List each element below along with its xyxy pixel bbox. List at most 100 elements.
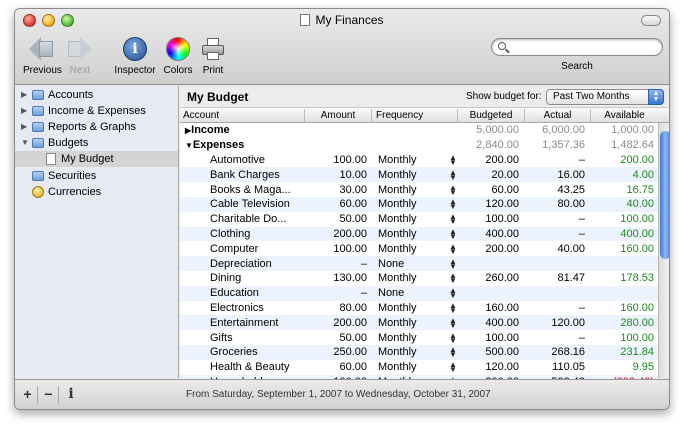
row-stepper[interactable]: ▲ ▼ <box>448 241 458 256</box>
row-frequency[interactable]: Monthly <box>372 182 448 197</box>
row-stepper[interactable]: ▲ ▼ <box>448 153 458 168</box>
row-stepper[interactable]: ▲ ▼ <box>448 360 458 375</box>
column-header-budgeted[interactable]: Budgeted <box>458 109 525 122</box>
column-header-amount[interactable]: Amount <box>305 109 372 122</box>
budget-period-select[interactable]: Past Two Months ▲ ▼ <box>546 89 664 105</box>
row-amount[interactable]: 30.00 <box>305 182 372 197</box>
table-row[interactable]: Education – None ▲ ▼ <box>180 285 658 301</box>
next-button[interactable]: Next <box>65 35 95 76</box>
info-button[interactable]: i <box>61 386 81 404</box>
row-amount[interactable]: 80.00 <box>305 301 372 316</box>
toolbar-toggle-button[interactable] <box>641 15 661 26</box>
row-amount[interactable]: 60.00 <box>305 196 372 212</box>
row-amount[interactable]: – <box>305 256 372 271</box>
column-header-account[interactable]: Account <box>180 109 305 122</box>
row-frequency[interactable]: Monthly <box>372 271 448 286</box>
row-frequency[interactable]: Monthly <box>372 330 448 345</box>
table-row[interactable]: Charitable Do... 50.00 Monthly ▲ ▼ 100.00 – 10… <box>180 212 658 227</box>
row-amount[interactable]: 100.00 <box>305 241 372 256</box>
row-amount[interactable]: 10.00 <box>305 167 372 183</box>
row-amount[interactable]: 200.00 <box>305 315 372 331</box>
vertical-scrollbar[interactable] <box>658 123 669 378</box>
document-icon <box>46 153 56 165</box>
column-header-available[interactable]: Available <box>591 109 658 122</box>
row-frequency[interactable]: Monthly <box>372 360 448 375</box>
previous-button[interactable]: Previous <box>23 35 62 76</box>
table-row[interactable]: Groceries 250.00 Monthly ▲ ▼ 500.00 268.16 231… <box>180 344 658 360</box>
row-frequency[interactable]: Monthly <box>372 153 448 168</box>
table-row[interactable]: Books & Maga... 30.00 Monthly ▲ ▼ 60.00 43.25… <box>180 182 658 197</box>
sidebar-item-budgets[interactable]: ▼ Budgets <box>15 135 178 151</box>
row-frequency[interactable]: Monthly <box>372 344 448 360</box>
disclosure-triangle-icon[interactable]: ▶ <box>21 119 27 135</box>
sidebar-item-income-expenses[interactable]: ▶ Income & Expenses <box>15 103 178 119</box>
row-amount[interactable]: 250.00 <box>305 344 372 360</box>
row-stepper[interactable]: ▲ ▼ <box>448 344 458 360</box>
row-stepper[interactable]: ▲ ▼ <box>448 301 458 316</box>
row-amount[interactable]: 50.00 <box>305 212 372 227</box>
group-row-income[interactable]: ▶Income 5,000.00 6,000.00 1,000.00 <box>180 123 658 138</box>
row-stepper[interactable]: ▲ ▼ <box>448 271 458 286</box>
row-stepper[interactable]: ▲ ▼ <box>448 256 458 271</box>
sidebar-item-securities[interactable]: Securities <box>15 168 178 184</box>
row-amount[interactable]: 60.00 <box>305 360 372 375</box>
row-stepper[interactable]: ▲ ▼ <box>448 226 458 242</box>
row-stepper[interactable]: ▲ ▼ <box>448 330 458 345</box>
scroll-thumb[interactable] <box>660 131 669 259</box>
row-frequency[interactable]: None <box>372 256 448 271</box>
group-row-expenses[interactable]: ▼Expenses 2,840.00 1,357.36 1,482.64 <box>180 138 658 153</box>
column-header-actual[interactable]: Actual <box>525 109 591 122</box>
table-row[interactable]: Automotive 100.00 Monthly ▲ ▼ 200.00 – 200.00 <box>180 153 658 168</box>
row-amount[interactable]: 50.00 <box>305 330 372 345</box>
row-amount[interactable]: 130.00 <box>305 271 372 286</box>
row-frequency[interactable]: Monthly <box>372 241 448 256</box>
table-row[interactable]: Bank Charges 10.00 Monthly ▲ ▼ 20.00 16.00 4.0… <box>180 167 658 183</box>
sidebar-item-currencies[interactable]: Currencies <box>15 184 178 200</box>
print-button[interactable]: Print <box>199 35 227 76</box>
disclosure-triangle-open-icon[interactable]: ▼ <box>21 135 29 151</box>
row-stepper[interactable]: ▲ ▼ <box>448 167 458 183</box>
row-frequency[interactable]: Monthly <box>372 301 448 316</box>
row-frequency[interactable]: None <box>372 285 448 301</box>
row-frequency[interactable]: Monthly <box>372 212 448 227</box>
table-row[interactable]: Electronics 80.00 Monthly ▲ ▼ 160.00 – 160.00 <box>180 301 658 316</box>
sidebar-item-accounts[interactable]: ▶ Accounts <box>15 87 178 103</box>
row-available: 178.53 <box>620 272 654 285</box>
row-actual: – <box>578 301 585 314</box>
forward-arrow-icon <box>66 35 94 63</box>
row-stepper[interactable]: ▲ ▼ <box>448 212 458 227</box>
colors-button[interactable]: Colors <box>162 35 194 76</box>
sidebar-item-my-budget[interactable]: My Budget <box>15 151 178 167</box>
table-row[interactable]: Clothing 200.00 Monthly ▲ ▼ 400.00–400.00 <box>180 226 658 242</box>
row-stepper[interactable]: ▲ ▼ <box>448 285 458 301</box>
row-frequency[interactable]: Monthly <box>372 196 448 212</box>
table-row[interactable]: Computer 100.00 Monthly ▲ ▼ 200.00 40.00 160.0… <box>180 241 658 256</box>
page-title: My Budget <box>187 90 249 104</box>
row-stepper[interactable]: ▲ ▼ <box>448 196 458 212</box>
row-budgeted: 100.00 <box>485 331 519 344</box>
row-frequency[interactable]: Monthly <box>372 315 448 331</box>
table-row[interactable]: Cable Television 60.00 Monthly ▲ ▼ 120.00 80.… <box>180 196 658 212</box>
add-button[interactable]: + <box>18 386 38 404</box>
row-stepper[interactable]: ▲ ▼ <box>448 315 458 331</box>
column-header-frequency[interactable]: Frequency <box>372 109 458 122</box>
table-row[interactable]: Gifts 50.00 Monthly ▲ ▼ 100.00 – 100.00 <box>180 330 658 345</box>
row-account: Entertainment <box>180 315 305 331</box>
disclosure-triangle-icon[interactable]: ▶ <box>21 103 27 119</box>
table-row[interactable]: Depreciation – None ▲ ▼ <box>180 256 658 271</box>
row-amount[interactable]: 100.00 <box>305 153 372 168</box>
row-amount[interactable]: 200.00 <box>305 226 372 242</box>
row-frequency[interactable]: Monthly <box>372 167 448 183</box>
table-row[interactable]: Health & Beauty 60.00 Monthly ▲ ▼ 120.00 110.… <box>180 360 658 375</box>
search-input[interactable] <box>491 38 663 56</box>
row-amount[interactable]: – <box>305 285 372 301</box>
row-stepper[interactable]: ▲ ▼ <box>448 182 458 197</box>
sidebar-item-reports-graphs[interactable]: ▶ Reports & Graphs <box>15 119 178 135</box>
table-row[interactable]: Entertainment 200.00 Monthly ▲ ▼ 400.00 120.0… <box>180 315 658 331</box>
inspector-button[interactable]: i Inspector <box>112 35 158 76</box>
row-frequency[interactable]: Monthly <box>372 226 448 242</box>
disclosure-triangle-icon[interactable]: ▶ <box>21 87 27 103</box>
table-row[interactable]: Dining 130.00 Monthly ▲ ▼ 260.00 81.47 178.53 <box>180 271 658 286</box>
remove-button[interactable]: − <box>39 386 59 404</box>
disclosure-triangle-open-icon[interactable]: ▼ <box>185 141 193 150</box>
